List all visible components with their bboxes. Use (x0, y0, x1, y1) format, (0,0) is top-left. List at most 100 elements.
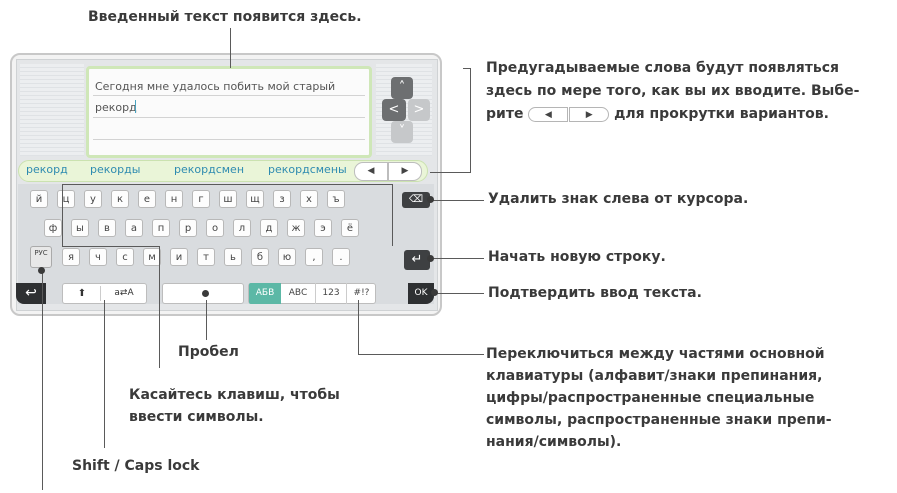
callout-predicted-line3: рите ◀ ▶ для прокрутки вариантов. (486, 104, 829, 125)
callout-switch-line5: нания/символы). (486, 434, 622, 450)
callout-predicted-line1: Предугадываемые слова будут появляться (486, 60, 839, 76)
callout-line (104, 300, 105, 448)
cursor-left-button[interactable]: < (382, 99, 406, 121)
callout-line (206, 300, 207, 340)
text-line-1: Сегодня мне удалось побить мой старый (95, 80, 336, 93)
mode-latin-tab[interactable]: ABC (282, 283, 314, 304)
language-button[interactable]: РУС (30, 246, 52, 268)
key[interactable]: к (111, 190, 129, 208)
callout-dot (431, 289, 438, 296)
prediction-item[interactable]: рекордсмен (174, 163, 244, 176)
key[interactable]: у (84, 190, 102, 208)
key[interactable]: й (30, 190, 48, 208)
callout-space: Пробел (178, 344, 239, 360)
prediction-item[interactable]: рекорд (26, 163, 68, 176)
inline-prev-arrow: ◀ (528, 106, 569, 122)
key[interactable]: е (138, 190, 156, 208)
callout-touch-line2: ввести символы. (129, 409, 264, 425)
key[interactable]: ё (341, 219, 359, 237)
callout-dot (38, 267, 45, 274)
key[interactable]: с (116, 248, 134, 266)
key[interactable]: ш (219, 190, 237, 208)
callout-line (436, 293, 484, 294)
key[interactable]: х (300, 190, 318, 208)
mode-symbols-tab[interactable]: #!? (346, 283, 376, 304)
prediction-next-button[interactable]: ▶ (388, 162, 422, 181)
caps-lock-button[interactable]: a⇄A (102, 283, 146, 304)
key[interactable]: л (233, 219, 251, 237)
callout-line (470, 68, 471, 173)
mode-numbers-tab[interactable]: 123 (315, 283, 346, 304)
mode-cyrillic-tab[interactable]: АБВ (249, 283, 281, 304)
key[interactable]: э (314, 219, 332, 237)
prediction-prev-button[interactable]: ◀ (354, 162, 388, 181)
key[interactable]: ь (224, 248, 242, 266)
callout-line (432, 258, 484, 259)
left-panel (20, 64, 84, 156)
backspace-button[interactable]: ⌫ (402, 192, 430, 208)
callout-delete: Удалить знак слева от курсора. (488, 191, 749, 207)
key[interactable]: ж (287, 219, 305, 237)
prediction-item[interactable]: рекордсмены (268, 163, 347, 176)
callout-line (159, 246, 160, 368)
enter-button[interactable]: ↵ (404, 250, 430, 270)
callout-line (42, 270, 43, 490)
callout-confirm: Подтвердить ввод текста. (488, 285, 702, 301)
callout-entered-text: Введенный текст появится здесь. (88, 9, 362, 25)
callout-line (432, 200, 484, 201)
key[interactable]: д (260, 219, 278, 237)
key[interactable]: ч (89, 248, 107, 266)
callout-line (463, 68, 471, 69)
ok-button[interactable]: OK (408, 283, 434, 304)
key[interactable]: а (125, 219, 143, 237)
key[interactable]: . (332, 248, 350, 266)
callout-line (62, 184, 63, 246)
cursor-up-button[interactable]: ˄ (391, 77, 413, 99)
callout-line (230, 28, 231, 68)
divider (100, 286, 101, 301)
key[interactable]: т (197, 248, 215, 266)
callout-predicted-line2: здесь по мере того, как вы их вводите. В… (486, 83, 860, 99)
key[interactable]: ы (71, 219, 89, 237)
key[interactable]: ъ (327, 190, 345, 208)
key[interactable]: щ (246, 190, 264, 208)
callout-switch-line4: символы, распространенные знаки препи- (486, 412, 832, 428)
key[interactable]: р (179, 219, 197, 237)
key[interactable]: о (206, 219, 224, 237)
callout-shift: Shift / Caps lock (72, 458, 200, 474)
callout-line (358, 354, 484, 355)
line-rule (93, 95, 365, 96)
key[interactable]: ю (278, 248, 296, 266)
key[interactable]: , (305, 248, 323, 266)
callout-switch-line2: клавиатуры (алфавит/знаки препинания, (486, 368, 823, 384)
callout-switch-line3: цифры/распространенные специальные (486, 390, 815, 406)
callout-predicted-line3b: для прокрутки вариантов. (614, 106, 829, 122)
text-caret (135, 100, 136, 113)
callout-dot (427, 196, 434, 203)
shift-button[interactable]: ⬆ (64, 283, 100, 304)
text-input-area[interactable]: Сегодня мне удалось побить мой старый ре… (86, 66, 372, 158)
key[interactable]: я (62, 248, 80, 266)
key[interactable]: в (98, 219, 116, 237)
cursor-down-button[interactable]: ˅ (391, 121, 413, 143)
callout-switch-line1: Переключиться между частями основной (486, 346, 825, 362)
callout-predicted-line3a: рите (486, 106, 524, 122)
callout-touch-line1: Касайтесь клавиш, чтобы (129, 387, 340, 403)
line-rule (93, 117, 365, 118)
key[interactable]: б (251, 248, 269, 266)
key[interactable]: и (170, 248, 188, 266)
cursor-right-button[interactable]: > (408, 99, 430, 121)
text-line-2: рекорд (95, 101, 137, 114)
key[interactable]: ф (44, 219, 62, 237)
key[interactable]: н (165, 190, 183, 208)
callout-line (62, 184, 392, 185)
key[interactable]: ц (57, 190, 75, 208)
prediction-item[interactable]: рекорды (90, 163, 140, 176)
key[interactable]: з (273, 190, 291, 208)
line-rule (93, 139, 365, 140)
callout-dot (427, 255, 434, 262)
callout-line (358, 300, 359, 354)
callout-line (62, 246, 160, 247)
key[interactable]: г (192, 190, 210, 208)
key[interactable]: п (152, 219, 170, 237)
